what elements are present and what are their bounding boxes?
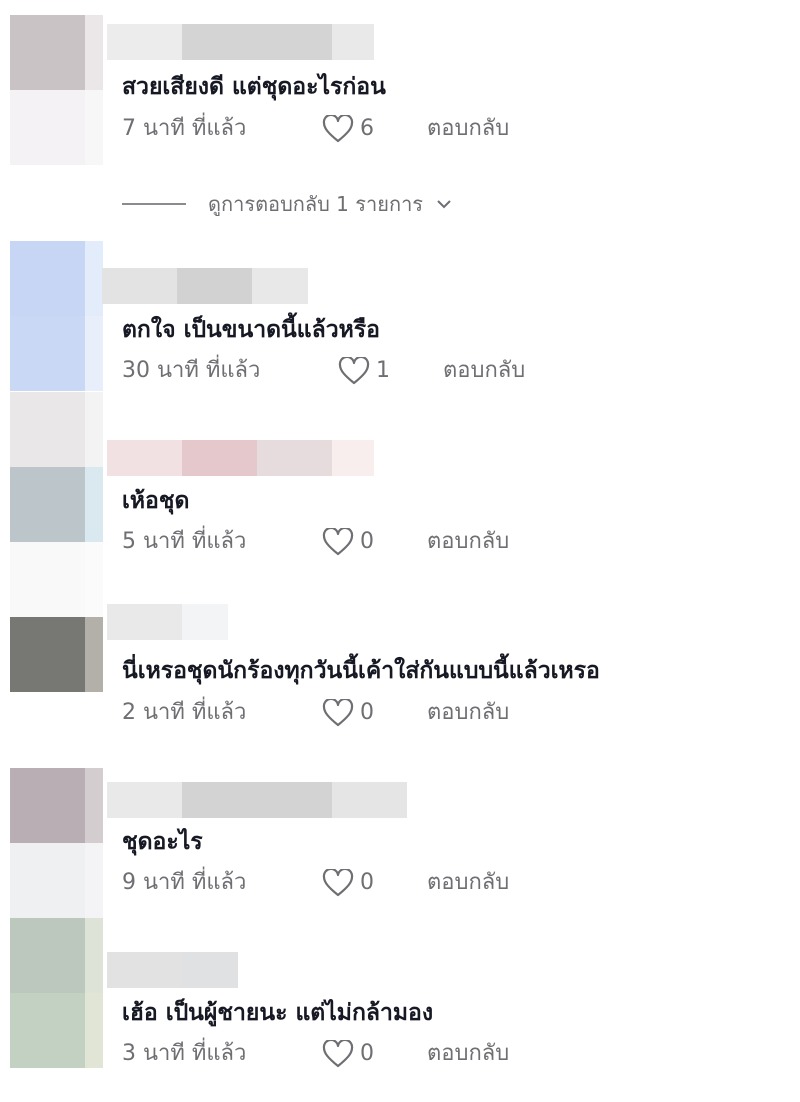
heart-icon	[322, 869, 354, 897]
comment-time: 5 นาที ที่แล้ว	[122, 529, 247, 554]
username-blurred[interactable]	[107, 952, 238, 988]
username-blurred[interactable]	[107, 782, 407, 818]
reply-button[interactable]: ตอบกลับ	[427, 527, 509, 557]
heart-icon	[322, 528, 354, 556]
view-replies-button[interactable]: ดูการตอบกลับ 1 รายการ	[122, 188, 453, 220]
comment-meta: 5 นาที ที่แล้ว 0 ตอบกลับ	[122, 527, 509, 557]
heart-icon	[322, 1040, 354, 1068]
username-blurred[interactable]	[107, 440, 374, 476]
like-count: 1	[376, 358, 390, 383]
like-count: 0	[360, 1041, 374, 1066]
comment-text: เห้อชุด	[122, 488, 190, 514]
username-blurred[interactable]	[107, 604, 228, 640]
comment-time: 9 นาที ที่แล้ว	[122, 870, 247, 895]
comment-text: เฮ้อ เป็นผู้ชายนะ แต่ไม่กล้ามอง	[122, 1000, 434, 1026]
comment-time: 2 นาที ที่แล้ว	[122, 700, 247, 725]
like-button[interactable]: 0	[322, 1039, 427, 1069]
like-button[interactable]: 0	[322, 527, 427, 557]
avatar[interactable]	[10, 918, 103, 1068]
reply-button[interactable]: ตอบกลับ	[427, 698, 509, 728]
avatar[interactable]	[10, 542, 103, 692]
comment-text: สวยเสียงดี แต่ชุดอะไรก่อน	[122, 74, 386, 100]
heart-icon	[338, 357, 370, 385]
reply-button[interactable]: ตอบกลับ	[427, 868, 509, 898]
like-count: 6	[360, 116, 374, 141]
like-count: 0	[360, 700, 374, 725]
comment-meta: 7 นาที ที่แล้ว 6 ตอบกลับ	[122, 114, 509, 144]
comment-meta: 3 นาที ที่แล้ว 0 ตอบกลับ	[122, 1039, 509, 1069]
like-button[interactable]: 0	[322, 698, 427, 728]
reply-button[interactable]: ตอบกลับ	[443, 356, 525, 386]
view-replies-label: ดูการตอบกลับ 1 รายการ	[208, 192, 424, 216]
like-count: 0	[360, 529, 374, 554]
avatar[interactable]	[10, 768, 103, 918]
comment-text: นี่เหรอชุดนักร้องทุกวันนี้เค้าใส่กันแบบน…	[122, 658, 600, 684]
comment-text: ชุดอะไร	[122, 829, 203, 855]
heart-icon	[322, 699, 354, 727]
heart-icon	[322, 115, 354, 143]
username-blurred[interactable]	[107, 24, 374, 60]
avatar[interactable]	[10, 15, 103, 165]
comment-time: 7 นาที ที่แล้ว	[122, 116, 247, 141]
like-count: 0	[360, 870, 374, 895]
avatar[interactable]	[10, 392, 103, 542]
username-blurred[interactable]	[102, 268, 308, 304]
reply-button[interactable]: ตอบกลับ	[427, 114, 509, 144]
reply-button[interactable]: ตอบกลับ	[427, 1039, 509, 1069]
comment-time: 30 นาที ที่แล้ว	[122, 358, 261, 383]
divider	[122, 203, 186, 205]
comment-meta: 9 นาที ที่แล้ว 0 ตอบกลับ	[122, 868, 509, 898]
comment-meta: 30 นาที ที่แล้ว 1 ตอบกลับ	[122, 356, 525, 386]
chevron-down-icon	[437, 200, 451, 209]
comment-text: ตกใจ เป็นขนาดนี้แล้วหรือ	[122, 317, 380, 343]
like-button[interactable]: 0	[322, 868, 427, 898]
avatar[interactable]	[10, 241, 103, 391]
like-button[interactable]: 1	[338, 356, 443, 386]
comment-meta: 2 นาที ที่แล้ว 0 ตอบกลับ	[122, 698, 509, 728]
like-button[interactable]: 6	[322, 114, 427, 144]
comment-time: 3 นาที ที่แล้ว	[122, 1041, 247, 1066]
